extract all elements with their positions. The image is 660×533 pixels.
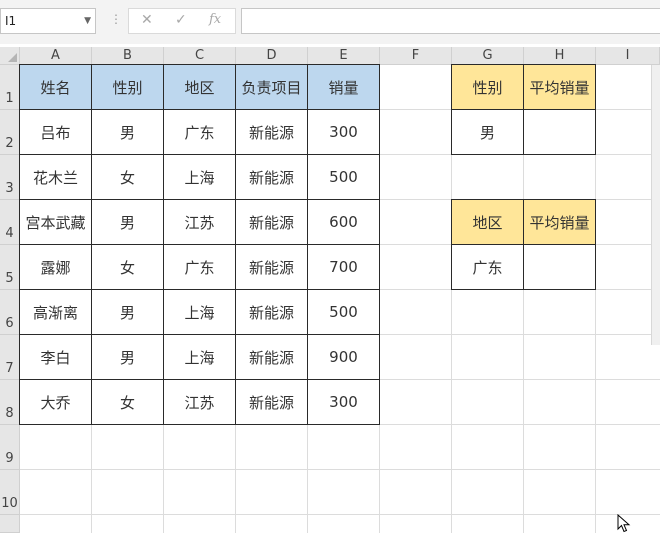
table-cell[interactable]: 广东: [163, 244, 236, 290]
row-header-6[interactable]: 6: [0, 290, 20, 335]
table-cell[interactable]: 男: [91, 289, 164, 335]
gridline: [20, 469, 660, 470]
row-header-5[interactable]: 5: [0, 245, 20, 290]
row-header-8[interactable]: 8: [0, 380, 20, 425]
row-header-3[interactable]: 3: [0, 155, 20, 200]
col-header-g[interactable]: G: [452, 47, 524, 65]
table-cell[interactable]: 上海: [163, 334, 236, 380]
table-cell[interactable]: 新能源: [235, 379, 308, 425]
col-header-h[interactable]: H: [524, 47, 596, 65]
table-cell[interactable]: 上海: [163, 289, 236, 335]
table-header-cell[interactable]: 地区: [163, 64, 236, 110]
table-cell[interactable]: 宫本武藏: [19, 199, 92, 245]
formula-buttons: ✕ ✓ fx: [128, 8, 236, 34]
table-cell[interactable]: 江苏: [163, 379, 236, 425]
lookup-result-cell[interactable]: [523, 244, 596, 290]
cancel-icon[interactable]: ✕: [141, 12, 153, 28]
row-header-11[interactable]: [0, 515, 20, 533]
table-header-cell[interactable]: 姓名: [19, 64, 92, 110]
table-cell[interactable]: 新能源: [235, 199, 308, 245]
fx-icon[interactable]: fx: [209, 12, 221, 27]
formula-bar: I1 ▼ ⋮ ✕ ✓ fx: [0, 0, 660, 44]
lookup-cell[interactable]: 广东: [451, 244, 524, 290]
table-cell[interactable]: 上海: [163, 154, 236, 200]
col-header-f[interactable]: F: [380, 47, 452, 65]
lookup-header-cell[interactable]: 地区: [451, 199, 524, 245]
table-cell[interactable]: 新能源: [235, 244, 308, 290]
row-header-7[interactable]: 7: [0, 335, 20, 380]
table-cell[interactable]: 江苏: [163, 199, 236, 245]
lookup-header-cell[interactable]: 平均销量: [523, 199, 596, 245]
table-cell[interactable]: 女: [91, 154, 164, 200]
table-cell[interactable]: 900: [307, 334, 380, 380]
row-header-2[interactable]: 2: [0, 110, 20, 155]
table-header-cell[interactable]: 性别: [91, 64, 164, 110]
col-header-a[interactable]: A: [20, 47, 92, 65]
table-cell[interactable]: 大乔: [19, 379, 92, 425]
table-cell[interactable]: 新能源: [235, 154, 308, 200]
table-cell[interactable]: 吕布: [19, 109, 92, 155]
table-cell[interactable]: 男: [91, 109, 164, 155]
row-header-9[interactable]: 9: [0, 425, 20, 470]
select-all-button[interactable]: [0, 47, 20, 65]
col-header-d[interactable]: D: [236, 47, 308, 65]
table-cell[interactable]: 花木兰: [19, 154, 92, 200]
table-cell[interactable]: 高渐离: [19, 289, 92, 335]
lookup-result-cell[interactable]: [523, 109, 596, 155]
table-header-cell[interactable]: 负责项目: [235, 64, 308, 110]
mouse-cursor-icon: [617, 514, 631, 533]
vertical-scrollbar[interactable]: [651, 65, 660, 345]
row-header-10[interactable]: 10: [0, 470, 20, 515]
table-cell[interactable]: 男: [91, 334, 164, 380]
table-cell[interactable]: 李白: [19, 334, 92, 380]
gridline: [20, 514, 660, 515]
table-cell[interactable]: 新能源: [235, 334, 308, 380]
table-cell[interactable]: 广东: [163, 109, 236, 155]
table-cell[interactable]: 300: [307, 109, 380, 155]
formula-input[interactable]: [241, 8, 660, 34]
name-box[interactable]: I1 ▼: [0, 8, 96, 34]
table-cell[interactable]: 600: [307, 199, 380, 245]
table-cell[interactable]: 700: [307, 244, 380, 290]
name-box-value: I1: [5, 14, 17, 28]
row-header-4[interactable]: 4: [0, 200, 20, 245]
table-cell[interactable]: 500: [307, 154, 380, 200]
col-header-b[interactable]: B: [92, 47, 164, 65]
table-header-cell[interactable]: 销量: [307, 64, 380, 110]
table-cell[interactable]: 男: [91, 199, 164, 245]
table-cell[interactable]: 露娜: [19, 244, 92, 290]
table-cell[interactable]: 新能源: [235, 109, 308, 155]
col-header-i[interactable]: I: [596, 47, 660, 65]
table-cell[interactable]: 500: [307, 289, 380, 335]
col-header-e[interactable]: E: [308, 47, 380, 65]
chevron-down-icon[interactable]: ▼: [84, 9, 91, 33]
table-cell[interactable]: 女: [91, 379, 164, 425]
row-header-1[interactable]: 1: [0, 65, 20, 110]
enter-icon[interactable]: ✓: [175, 12, 187, 28]
table-cell[interactable]: 新能源: [235, 289, 308, 335]
col-header-c[interactable]: C: [164, 47, 236, 65]
drag-handle-icon[interactable]: ⋮: [110, 12, 122, 26]
lookup-header-cell[interactable]: 性别: [451, 64, 524, 110]
table-cell[interactable]: 女: [91, 244, 164, 290]
lookup-header-cell[interactable]: 平均销量: [523, 64, 596, 110]
table-cell[interactable]: 300: [307, 379, 380, 425]
lookup-cell[interactable]: 男: [451, 109, 524, 155]
